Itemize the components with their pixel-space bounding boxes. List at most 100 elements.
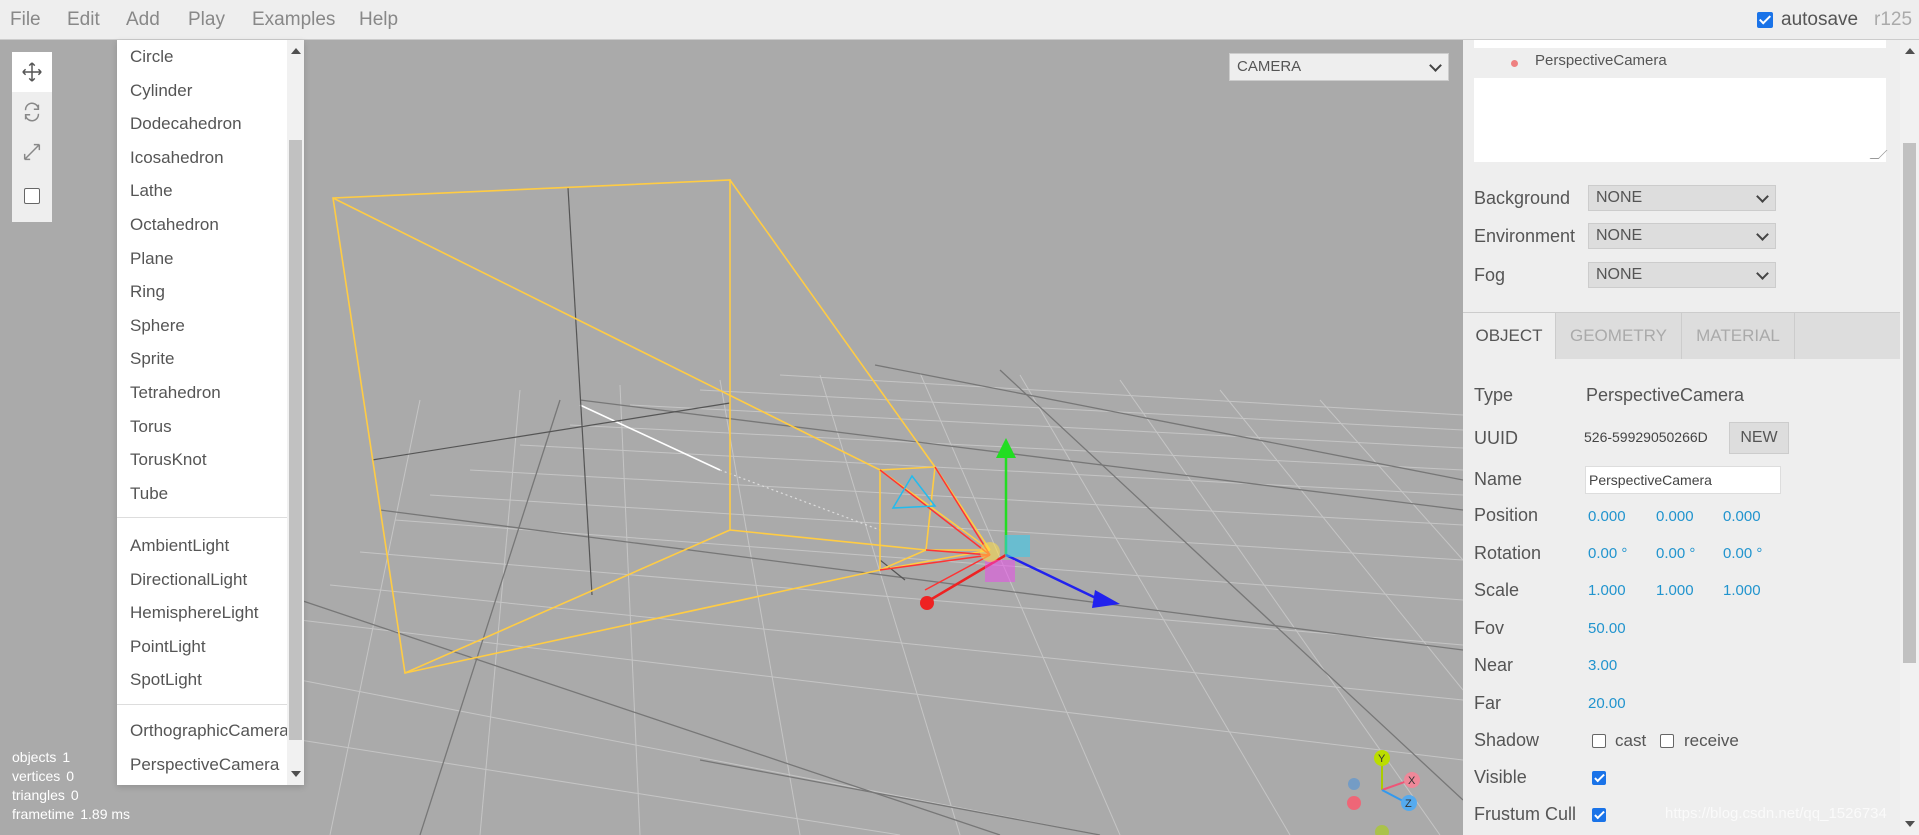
menu-play[interactable]: Play bbox=[178, 0, 235, 40]
name-label: Name bbox=[1474, 469, 1523, 489]
add-menu-item-dodecahedron[interactable]: Dodecahedron bbox=[130, 109, 300, 139]
scale-z[interactable]: 1.000 bbox=[1723, 582, 1761, 599]
scale-y[interactable]: 1.000 bbox=[1656, 582, 1694, 599]
uuid-label: UUID bbox=[1474, 428, 1518, 448]
scroll-thumb[interactable] bbox=[289, 140, 302, 740]
add-menu-item-sphere[interactable]: Sphere bbox=[130, 311, 300, 341]
chevron-down-icon bbox=[1756, 228, 1769, 241]
camera-select[interactable]: CAMERA bbox=[1229, 53, 1449, 81]
type-label: Type bbox=[1474, 385, 1514, 405]
scroll-up-icon[interactable] bbox=[291, 48, 301, 54]
shadow-label: Shadow bbox=[1474, 730, 1540, 750]
svg-text:X: X bbox=[1408, 775, 1416, 787]
cast-shadow-checkbox[interactable] bbox=[1592, 734, 1606, 748]
tab-material[interactable]: MATERIAL bbox=[1682, 313, 1795, 359]
local-checkbox[interactable] bbox=[24, 188, 40, 204]
visible-checkbox[interactable] bbox=[1592, 771, 1606, 785]
camera-up-helper bbox=[891, 474, 937, 509]
scale-button[interactable] bbox=[12, 132, 52, 172]
background-value: NONE bbox=[1596, 189, 1643, 206]
add-menu-item-icosahedron[interactable]: Icosahedron bbox=[130, 143, 300, 173]
camera-rays bbox=[879, 466, 991, 591]
add-menu-scrollbar[interactable] bbox=[287, 40, 304, 785]
add-menu-item-spotlight[interactable]: SpotLight bbox=[130, 665, 300, 695]
triangles-label: triangles bbox=[12, 787, 65, 803]
local-toggle[interactable] bbox=[12, 176, 52, 216]
rotate-button[interactable] bbox=[12, 92, 52, 132]
add-menu-item-orthographiccamera[interactable]: OrthographicCamera bbox=[130, 716, 300, 746]
add-menu-item-torusknot[interactable]: TorusKnot bbox=[130, 445, 300, 475]
add-menu-item-circle[interactable]: Circle bbox=[130, 42, 300, 72]
add-menu-item-lathe[interactable]: Lathe bbox=[130, 176, 300, 206]
add-menu-item-pointlight[interactable]: PointLight bbox=[130, 632, 300, 662]
far-value[interactable]: 20.00 bbox=[1588, 695, 1626, 712]
resize-grip-icon[interactable] bbox=[1869, 150, 1888, 159]
tab-geometry[interactable]: GEOMETRY bbox=[1556, 313, 1682, 359]
add-menu-item-torus[interactable]: Torus bbox=[130, 412, 300, 442]
viewport-info: objects 1 vertices 0 triangles 0 frametime 1… bbox=[12, 748, 130, 824]
svg-text:Z: Z bbox=[1405, 798, 1412, 810]
add-menu-item-plane[interactable]: Plane bbox=[130, 244, 300, 274]
position-x[interactable]: 0.000 bbox=[1588, 508, 1626, 525]
camera-dot-icon bbox=[1511, 60, 1518, 67]
translate-button[interactable] bbox=[12, 52, 52, 92]
menu-edit[interactable]: Edit bbox=[57, 0, 110, 40]
add-menu-item-sprite[interactable]: Sprite bbox=[130, 344, 300, 374]
new-uuid-button[interactable]: NEW bbox=[1729, 422, 1789, 454]
add-menu-item-perspectivecamera[interactable]: PerspectiveCamera bbox=[130, 750, 300, 780]
rotation-y[interactable]: 0.00 ° bbox=[1656, 545, 1695, 562]
add-menu-dropdown: Circle Cylinder Dodecahedron Icosahedron Lat… bbox=[117, 40, 304, 785]
view-helper[interactable]: Y X Z bbox=[1347, 750, 1420, 835]
add-menu-item-directionallight[interactable]: DirectionalLight bbox=[130, 565, 300, 595]
chevron-down-icon bbox=[1756, 190, 1769, 203]
objects-count: 1 bbox=[62, 749, 71, 765]
fog-value: NONE bbox=[1596, 266, 1643, 283]
environment-select[interactable]: NONE bbox=[1588, 223, 1776, 249]
scroll-down-icon[interactable] bbox=[1905, 821, 1915, 827]
revision-label: r125 bbox=[1874, 9, 1913, 30]
menu-file[interactable]: File bbox=[0, 0, 51, 40]
scroll-up-icon[interactable] bbox=[1905, 48, 1915, 54]
autosave-checkbox[interactable] bbox=[1757, 12, 1773, 28]
menu-help[interactable]: Help bbox=[349, 0, 408, 40]
tab-object[interactable]: OBJECT bbox=[1463, 313, 1556, 359]
outliner-item-label: PerspectiveCamera bbox=[1535, 52, 1667, 69]
add-menu-item-ring[interactable]: Ring bbox=[130, 277, 300, 307]
outliner[interactable]: PerspectiveCamera bbox=[1474, 40, 1888, 162]
triangles-count: 0 bbox=[70, 787, 79, 803]
scroll-thumb[interactable] bbox=[1903, 143, 1916, 663]
add-menu-item-tube[interactable]: Tube bbox=[130, 479, 300, 509]
rotation-label: Rotation bbox=[1474, 543, 1542, 563]
fov-label: Fov bbox=[1474, 618, 1505, 638]
menu-examples[interactable]: Examples bbox=[242, 0, 345, 40]
vertices-label: vertices bbox=[12, 768, 61, 784]
frustum-cull-checkbox[interactable] bbox=[1592, 808, 1606, 822]
camera-select-value: CAMERA bbox=[1237, 58, 1302, 75]
position-z[interactable]: 0.000 bbox=[1723, 508, 1761, 525]
scale-x[interactable]: 1.000 bbox=[1588, 582, 1626, 599]
properties-tabs: OBJECT GEOMETRY MATERIAL bbox=[1463, 312, 1900, 359]
near-value[interactable]: 3.00 bbox=[1588, 657, 1617, 674]
background-select[interactable]: NONE bbox=[1588, 185, 1776, 211]
add-menu-item-octahedron[interactable]: Octahedron bbox=[130, 210, 300, 240]
menu-add[interactable]: Add bbox=[116, 0, 170, 40]
far-label: Far bbox=[1474, 693, 1501, 713]
scroll-down-icon[interactable] bbox=[291, 771, 301, 777]
rotate-icon bbox=[24, 102, 40, 122]
add-menu-item-tetrahedron[interactable]: Tetrahedron bbox=[130, 378, 300, 408]
chevron-down-icon bbox=[1756, 267, 1769, 280]
sidebar-scrollbar[interactable] bbox=[1900, 40, 1919, 835]
menu-separator bbox=[117, 517, 287, 518]
receive-shadow-checkbox[interactable] bbox=[1660, 734, 1674, 748]
rotation-z[interactable]: 0.00 ° bbox=[1723, 545, 1762, 562]
name-input[interactable]: PerspectiveCamera bbox=[1585, 466, 1781, 494]
rotation-x[interactable]: 0.00 ° bbox=[1588, 545, 1627, 562]
add-menu-item-hemispherelight[interactable]: HemisphereLight bbox=[130, 598, 300, 628]
fov-value[interactable]: 50.00 bbox=[1588, 620, 1626, 637]
position-y[interactable]: 0.000 bbox=[1656, 508, 1694, 525]
fog-select[interactable]: NONE bbox=[1588, 262, 1776, 288]
visible-label: Visible bbox=[1474, 767, 1527, 787]
add-menu-item-cylinder[interactable]: Cylinder bbox=[130, 76, 300, 106]
add-menu-item-ambientlight[interactable]: AmbientLight bbox=[130, 531, 300, 561]
uuid-input[interactable]: 526-59929050266D bbox=[1584, 422, 1724, 452]
